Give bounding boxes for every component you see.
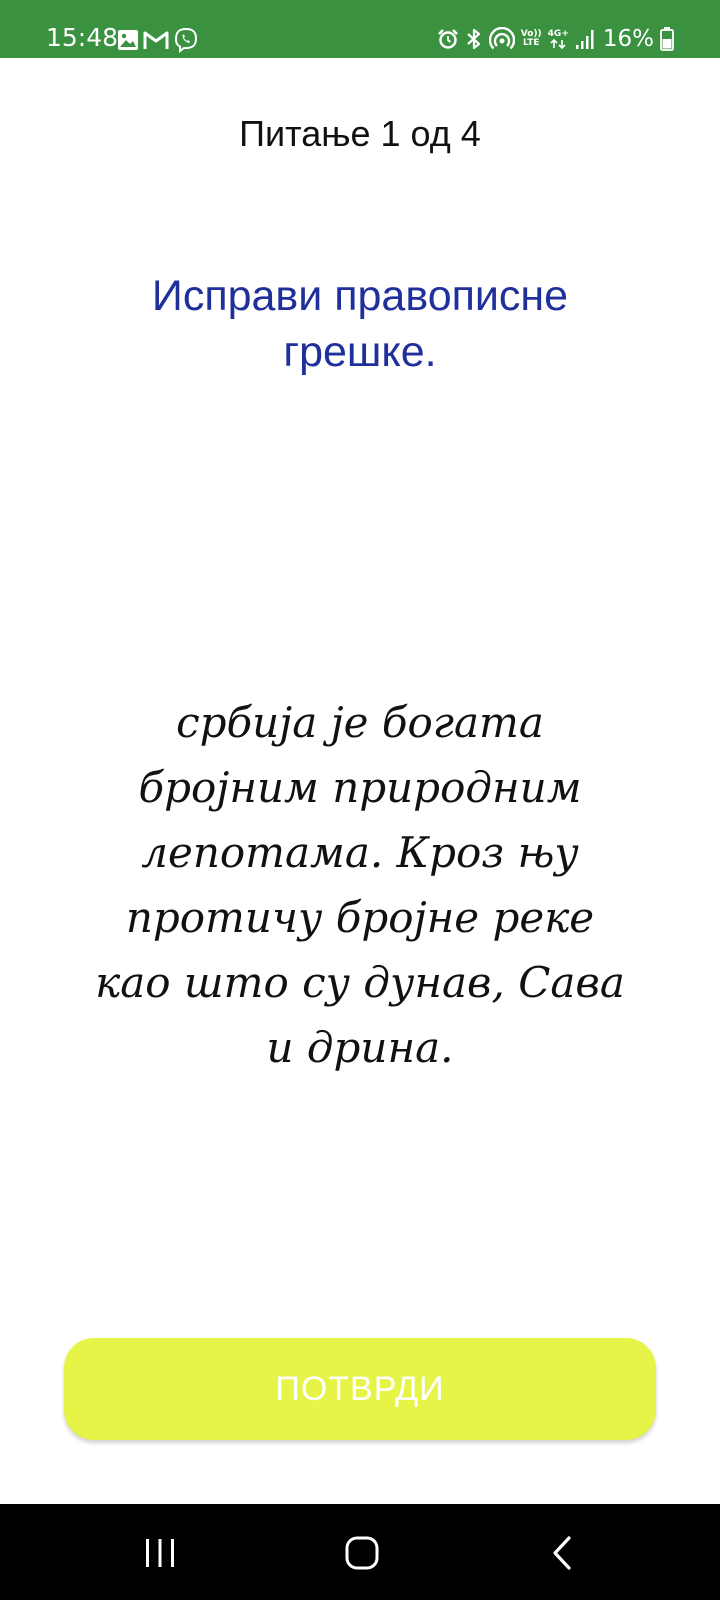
recent-apps-icon[interactable] bbox=[130, 1528, 190, 1578]
question-title: Исправи правописне грешке. bbox=[151, 272, 569, 376]
gmail-icon bbox=[143, 29, 169, 51]
notification-icons bbox=[117, 27, 199, 53]
mobile-data-icon: 4G+ bbox=[548, 29, 569, 49]
navigation-bar bbox=[0, 1504, 720, 1600]
battery-percentage: 16% bbox=[602, 26, 654, 52]
alarm-icon bbox=[437, 28, 459, 50]
home-icon[interactable] bbox=[332, 1528, 392, 1578]
hotspot-icon bbox=[488, 27, 515, 51]
status-bar: 15:48 Vo)) LTE 4G+ 16% bbox=[0, 0, 720, 58]
question-counter: Питање 1 од 4 bbox=[239, 113, 481, 154]
back-icon[interactable] bbox=[534, 1528, 594, 1578]
system-status-icons: Vo)) LTE 4G+ 16% bbox=[437, 25, 674, 53]
quiz-sentence[interactable]: србија је богата бројним природним лепот… bbox=[90, 690, 630, 1080]
confirm-button[interactable]: ПОТВРДИ bbox=[64, 1338, 656, 1440]
viber-icon bbox=[173, 27, 199, 53]
volte-icon: Vo)) LTE bbox=[520, 29, 542, 48]
status-time: 15:48 bbox=[46, 23, 119, 52]
battery-icon bbox=[660, 27, 674, 51]
gallery-icon bbox=[117, 29, 139, 51]
signal-icon bbox=[575, 28, 597, 50]
bluetooth-icon bbox=[465, 27, 483, 51]
